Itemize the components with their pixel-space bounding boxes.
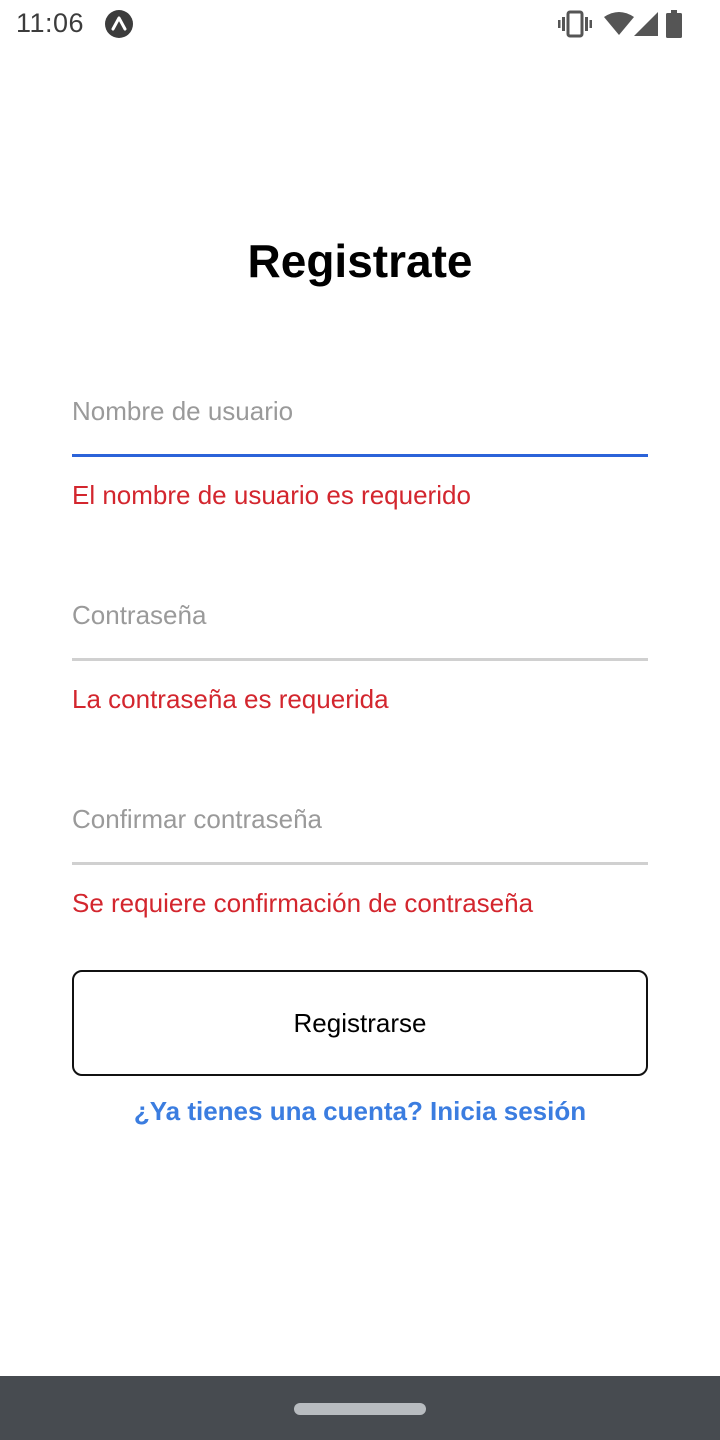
navigation-bar — [0, 1376, 720, 1440]
confirm-password-input[interactable] — [72, 776, 648, 862]
react-native-app-icon — [105, 10, 133, 38]
username-error: El nombre de usuario es requerido — [72, 480, 471, 510]
username-input[interactable] — [72, 368, 648, 454]
username-field-wrapper — [72, 368, 648, 458]
login-link[interactable]: ¿Ya tienes una cuenta? Inicia sesión — [0, 1096, 720, 1127]
battery-icon — [666, 10, 682, 38]
confirm-password-error: Se requiere confirmación de contraseña — [72, 888, 534, 918]
password-underline — [72, 658, 648, 661]
status-bar: 11:06 — [0, 0, 720, 48]
register-screen: 11:06 Registrate Nombre de usuario El no… — [0, 0, 720, 1440]
confirm-password-field-wrapper — [72, 776, 648, 866]
status-time: 11:06 — [16, 8, 85, 38]
password-input[interactable] — [72, 572, 648, 658]
home-gesture-handle[interactable] — [294, 1403, 426, 1415]
password-error: La contraseña es requerida — [72, 684, 389, 714]
vibrate-icon — [558, 10, 592, 38]
confirm-password-underline — [72, 862, 648, 865]
cell-signal-icon — [634, 12, 658, 36]
register-button[interactable]: Registrarse — [72, 970, 648, 1076]
wifi-icon — [604, 12, 634, 35]
username-underline — [72, 454, 648, 457]
password-field-wrapper — [72, 572, 648, 662]
page-title: Registrate — [247, 235, 473, 287]
